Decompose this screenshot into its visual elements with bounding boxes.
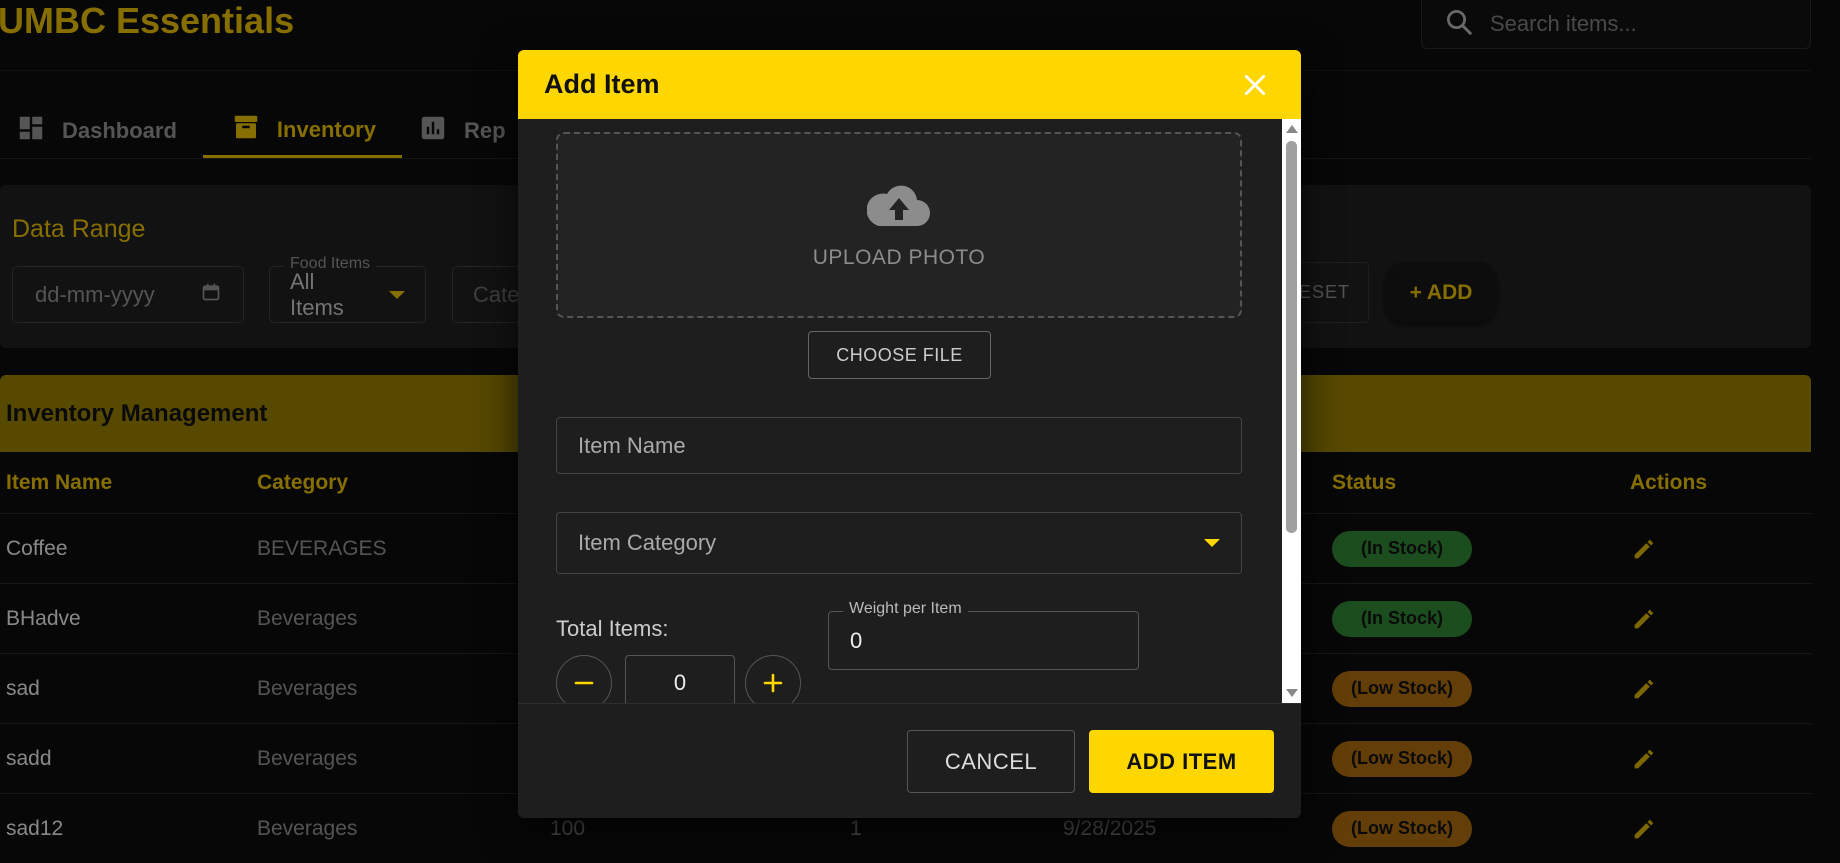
photo-upload-area[interactable]: UPLOAD PHOTO: [556, 132, 1242, 318]
total-items-label: Total Items:: [556, 616, 669, 641]
scroll-thumb[interactable]: [1286, 141, 1297, 533]
item-category-placeholder: Item Category: [578, 530, 717, 555]
dialog-title: Add Item: [544, 69, 660, 99]
weight-value: 0: [850, 627, 863, 653]
weight-label: Weight per Item: [843, 600, 968, 618]
scroll-up-icon[interactable]: [1286, 125, 1298, 133]
close-button[interactable]: [1235, 65, 1275, 105]
close-icon: [1244, 74, 1266, 95]
cancel-button[interactable]: CANCEL: [907, 730, 1075, 793]
add-item-button[interactable]: ADD ITEM: [1089, 730, 1274, 793]
item-category-select[interactable]: Item Category: [556, 512, 1242, 574]
item-name-input[interactable]: Item Name: [556, 417, 1242, 474]
chevron-down-icon: [1204, 539, 1220, 547]
add-item-dialog: Add Item UPLOAD PHOTO CHOOSE FILE Item N…: [518, 50, 1301, 818]
choose-file-button[interactable]: CHOOSE FILE: [808, 331, 991, 379]
increment-button[interactable]: [745, 655, 801, 703]
dialog-scrollbar[interactable]: [1282, 119, 1301, 703]
dialog-header: Add Item: [518, 50, 1301, 119]
minus-icon: [574, 681, 594, 685]
upload-photo-label: UPLOAD PHOTO: [812, 246, 986, 269]
cloud-upload-icon: [867, 185, 930, 226]
scroll-down-icon[interactable]: [1286, 689, 1298, 697]
plus-icon: [763, 673, 783, 693]
decrement-button[interactable]: [556, 655, 612, 703]
total-items-input[interactable]: 0: [625, 655, 735, 703]
item-name-placeholder: Item Name: [578, 432, 686, 458]
weight-per-item-input[interactable]: Weight per Item 0: [828, 600, 1139, 670]
dialog-body: UPLOAD PHOTO CHOOSE FILE Item Name Item …: [518, 119, 1301, 703]
dialog-footer: CANCEL ADD ITEM: [518, 703, 1301, 818]
